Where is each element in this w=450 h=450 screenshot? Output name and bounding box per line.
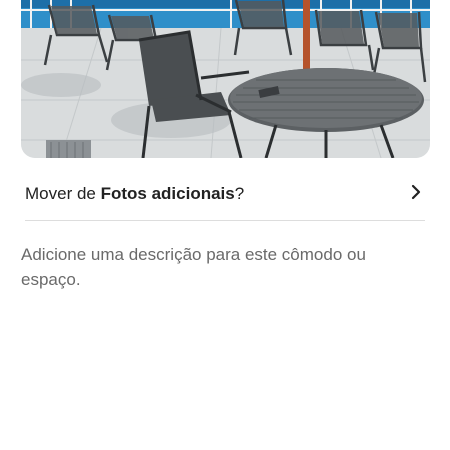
divider xyxy=(25,220,425,221)
move-from-album-row[interactable]: Mover de Fotos adicionais? xyxy=(25,172,425,216)
photo-detail-screen: Mover de Fotos adicionais? Adicione uma … xyxy=(0,0,450,450)
move-prefix: Mover de xyxy=(25,184,101,203)
move-from-album-label: Mover de Fotos adicionais? xyxy=(25,184,244,204)
room-photo[interactable] xyxy=(21,0,430,158)
patio-photo-image xyxy=(21,0,430,158)
add-description-prompt[interactable]: Adicione uma descrição para este cômodo … xyxy=(21,242,411,292)
album-name: Fotos adicionais xyxy=(100,184,235,203)
move-suffix: ? xyxy=(234,184,245,203)
chevron-right-icon xyxy=(410,184,425,205)
